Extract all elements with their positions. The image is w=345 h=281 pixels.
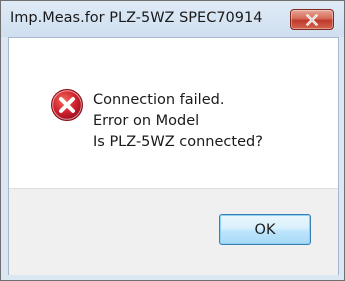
error-message: Connection failed. Error on Model Is PLZ… [93, 90, 263, 153]
dialog-title: Imp.Meas.for PLZ-5WZ SPEC70914 [10, 10, 263, 26]
close-icon [306, 14, 318, 26]
ok-button[interactable]: OK [219, 214, 311, 245]
title-bar[interactable]: Imp.Meas.for PLZ-5WZ SPEC70914 [1, 1, 344, 37]
ok-button-label: OK [254, 221, 276, 238]
button-bar: OK [9, 188, 338, 275]
message-line: Connection failed. [93, 92, 225, 108]
message-line: Is PLZ-5WZ connected? [93, 134, 263, 150]
close-button[interactable] [290, 9, 334, 30]
error-icon [51, 89, 83, 121]
message-area: Connection failed. Error on Model Is PLZ… [9, 38, 338, 188]
dialog-body: Connection failed. Error on Model Is PLZ… [8, 37, 339, 275]
message-line: Error on Model [93, 113, 200, 129]
message-dialog: Imp.Meas.for PLZ-5WZ SPEC70914 Connectio… [0, 0, 345, 281]
